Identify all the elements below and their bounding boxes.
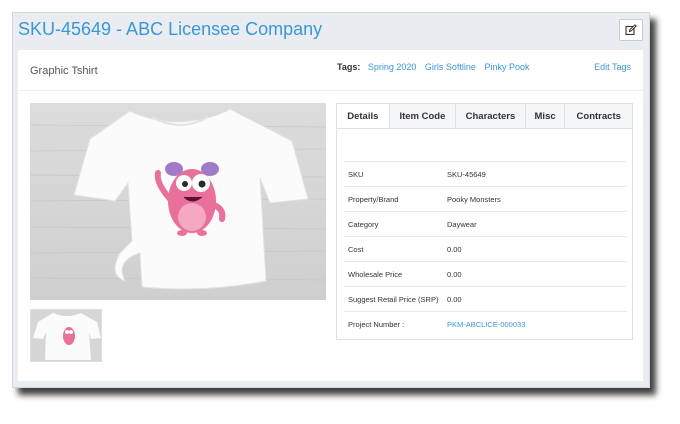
- edit-button[interactable]: [619, 19, 643, 41]
- tags-label: Tags:: [337, 62, 361, 72]
- tab-misc[interactable]: Misc: [526, 104, 566, 128]
- divider: [18, 90, 643, 91]
- tag-link[interactable]: Spring 2020: [368, 62, 417, 72]
- tags-bar: Tags: Spring 2020 Girls Softline Pinky P…: [337, 62, 536, 72]
- detail-value: SKU-45649: [447, 170, 486, 179]
- tab-contracts[interactable]: Contracts: [565, 104, 632, 128]
- card-header: SKU-45649 - ABC Licensee Company: [13, 13, 649, 49]
- detail-value: 0.00: [447, 270, 462, 279]
- detail-value: Daywear: [447, 220, 477, 229]
- table-row: Cost 0.00: [344, 236, 627, 261]
- tshirt-thumbnail-photo: [31, 310, 101, 361]
- details-panel: SKU SKU-45649 Property/Brand Pooky Monst…: [336, 129, 633, 340]
- detail-label: Project Number :: [348, 320, 405, 329]
- tag-link[interactable]: Pinky Pook: [484, 62, 529, 72]
- table-row: Property/Brand Pooky Monsters: [344, 186, 627, 211]
- detail-tabs: Details Item Code Characters Misc Contra…: [336, 103, 633, 129]
- pencil-square-icon: [625, 24, 637, 36]
- detail-label: Property/Brand: [348, 195, 399, 204]
- product-main-image[interactable]: [30, 103, 326, 300]
- detail-value: 0.00: [447, 245, 462, 254]
- detail-label: Suggest Retail Price (SRP): [348, 295, 439, 304]
- product-panel: Graphic Tshirt Tags: Spring 2020 Girls S…: [18, 50, 643, 381]
- detail-label: Category: [348, 220, 379, 229]
- detail-label: SKU: [348, 170, 364, 179]
- product-thumbnail[interactable]: [30, 309, 102, 362]
- tshirt-photo: [30, 103, 326, 300]
- tab-characters[interactable]: Characters: [456, 104, 526, 128]
- table-row: Wholesale Price 0.00: [344, 261, 627, 286]
- table-row: Suggest Retail Price (SRP) 0.00: [344, 286, 627, 311]
- edit-tags-link[interactable]: Edit Tags: [594, 62, 631, 72]
- table-row: Category Daywear: [344, 211, 627, 236]
- product-card: SKU-45649 - ABC Licensee Company Graphic…: [12, 12, 650, 388]
- table-row: Project Number : PKM-ABCLICE-000033: [344, 311, 627, 336]
- product-name: Graphic Tshirt: [30, 65, 98, 77]
- page-title: SKU-45649 - ABC Licensee Company: [18, 19, 323, 39]
- detail-label: Wholesale Price: [348, 270, 403, 279]
- tab-item-code[interactable]: Item Code: [390, 104, 457, 128]
- tag-link[interactable]: Girls Softline: [425, 62, 476, 72]
- project-number-link[interactable]: PKM-ABCLICE-000033: [447, 320, 525, 329]
- table-row: SKU SKU-45649: [344, 161, 627, 186]
- detail-value: Pooky Monsters: [447, 195, 501, 204]
- detail-value: 0.00: [447, 295, 462, 304]
- detail-label: Cost: [348, 245, 364, 254]
- tab-details[interactable]: Details: [337, 104, 390, 128]
